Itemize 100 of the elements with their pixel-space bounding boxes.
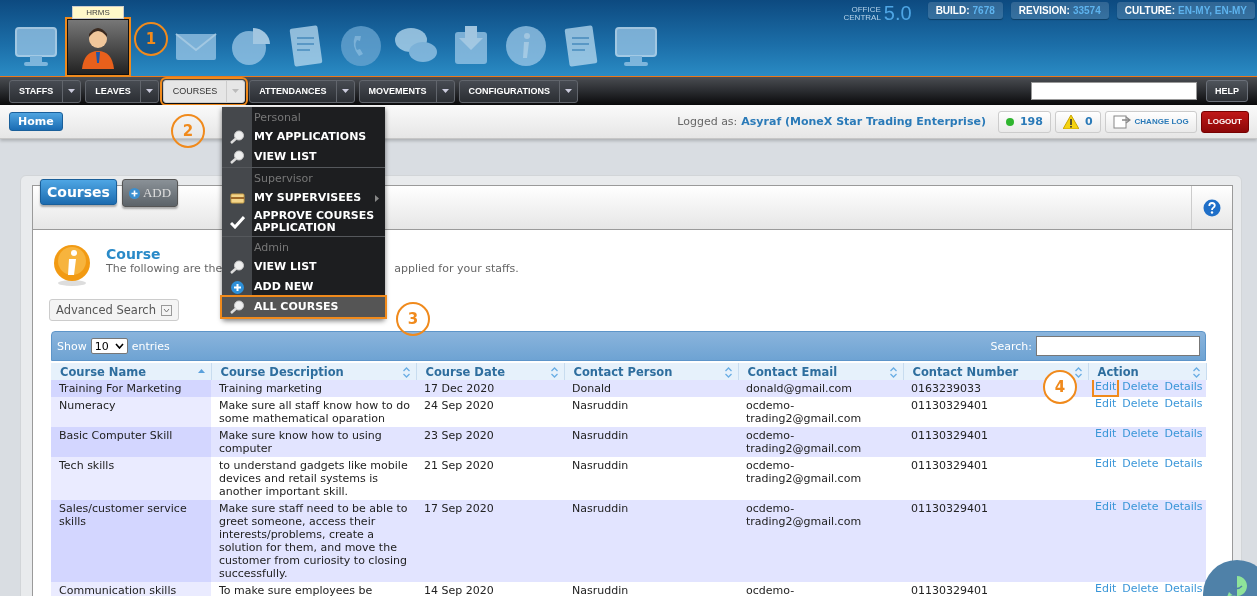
table-cell: 01130329401 [903,397,1088,427]
help-button[interactable]: HELP [1206,80,1248,102]
counter-button[interactable]: 198 [997,110,1051,133]
submenu-arrow-icon [375,194,379,202]
table-cell: Nasruddin [564,500,738,582]
menu-item[interactable]: MY APPLICATIONS [222,127,385,147]
action-link[interactable]: Delete [1119,454,1162,474]
table-cell: Nasruddin [564,427,738,457]
nav-menu-item[interactable]: COURSES [162,79,246,103]
table-cell: ocdemo-trading2@gmail.com [738,427,903,457]
table-cell: Tech skills [51,457,211,500]
action-link[interactable]: Delete [1119,579,1162,596]
magnifier-icon [229,130,245,144]
table-cell: To make sure employees be [211,582,416,596]
table-cell: 01130329401 [903,457,1088,500]
table-cell: Make sure know how to using computer [211,427,416,457]
logout-button[interactable]: LOGOUT [1200,110,1249,133]
nav-menu-item[interactable]: ATTENDANCES [249,79,355,103]
column-header[interactable]: Contact Person [564,363,738,380]
action-link[interactable]: Details [1161,424,1206,444]
table-cell: 17 Sep 2020 [416,500,564,582]
tab[interactable]: Courses [40,179,117,205]
checkmark-icon [229,215,245,229]
menu-item[interactable]: APPROVE COURSES APPLICATION [222,208,385,236]
table-cell: Sales/customer service skills [51,500,211,582]
menu-item[interactable]: VIEW LIST [222,257,385,277]
column-header[interactable]: Contact Email [738,363,903,380]
caret-icon[interactable] [341,89,349,93]
add-button[interactable]: ADD [121,179,179,207]
action-link[interactable]: Details [1161,377,1206,397]
table-cell: 14 Sep 2020 [416,582,564,596]
action-link[interactable]: Edit [1092,424,1120,444]
dropdown-icon [160,304,172,316]
change-log-button[interactable]: CHANGE LOG [1104,110,1197,133]
action-link[interactable]: Details [1161,454,1206,474]
action-link[interactable]: Edit [1092,454,1120,474]
table-cell: ocdemo-trading2@gmail.com [738,397,903,427]
page-size-select[interactable]: 10 [90,338,128,354]
search-field[interactable] [1036,336,1200,356]
home-button[interactable]: Home [9,112,63,131]
table-cell: to understand gadgets like mobile devices and retail systems is another important skill. [211,457,416,500]
magnifier-icon [229,300,245,314]
action-link[interactable]: Delete [1119,424,1162,444]
menu-item[interactable]: ALL COURSES [222,297,385,317]
action-link[interactable]: Delete [1119,377,1162,397]
nav-menu-item[interactable]: STAFFS [9,79,82,103]
column-header[interactable]: Course Description [211,363,416,380]
chevron-down-icon [114,343,124,349]
table-cell: 01130329401 [903,582,1088,596]
column-header[interactable]: Action [1088,363,1206,380]
table-cell: 17 Dec 2020 [416,380,564,397]
entries-label: entries [131,339,170,353]
action-link[interactable]: Edit [1092,579,1120,596]
nav-menu-item[interactable]: LEAVES [85,79,159,103]
table-cell: 01130329401 [903,500,1088,582]
column-header[interactable]: Course Date [416,363,564,380]
action-link[interactable]: Delete [1119,394,1162,414]
caret-icon[interactable] [68,89,76,93]
action-link[interactable]: Delete [1119,497,1162,517]
column-header[interactable]: Course Name [51,363,211,380]
table-cell: Make sure all staff know how to do some mathematical oparation [211,397,416,427]
user-name-link[interactable]: Asyraf (MoneX Star Trading Enterprise) [741,115,986,128]
table-cell: Training marketing [211,380,416,397]
table-cell: 01130329401 [903,427,1088,457]
column-header[interactable]: Contact Number [903,363,1088,380]
action-link[interactable]: Details [1161,394,1206,414]
speech-bubble-icon [1225,574,1249,596]
nav-menu-item[interactable]: CONFIGURATIONS [458,79,578,103]
action-link[interactable]: Edit [1092,497,1120,517]
search-label: Search: [990,339,1032,353]
counter-button[interactable]: 0 [1054,110,1101,133]
section-title: Course [106,246,161,262]
tooltip: HRMS [72,6,124,19]
action-link[interactable]: Details [1161,579,1206,596]
action-link[interactable]: Details [1161,497,1206,517]
table-cell: ocdemo- [738,582,903,596]
menu-section-heading: Admin [253,239,291,256]
table-cell: Nasruddin [564,582,738,596]
nav-menu-item[interactable]: MOVEMENTS [358,79,455,103]
magnifier-icon [229,150,245,164]
menu-item[interactable]: VIEW LIST [222,147,385,167]
help-icon[interactable] [1203,198,1221,217]
table-cell: ocdemo-trading2@gmail.com [738,457,903,500]
badge-value: 7678 [972,5,995,16]
caret-icon[interactable] [145,89,153,93]
table-cell: Make sure staff need to be able to greet someone, access their interests/problems, create a solution for them, and move the customer from curiosity to closing successfully. [211,500,416,582]
callout-number: 3 [396,302,430,336]
menu-item[interactable]: ADD NEW [222,277,385,297]
menu-section-heading: Personal [253,109,302,126]
caret-icon[interactable] [441,89,449,93]
action-link[interactable]: Edit [1092,394,1120,414]
badge-label: CULTURE: [1124,5,1176,16]
caret-icon[interactable] [564,89,572,93]
advanced-search-button[interactable]: Advanced Search [49,299,179,321]
callout-number: 2 [171,114,205,148]
menu-item[interactable]: MY SUPERVISEES [222,188,385,208]
description-text: The following are the [106,262,223,275]
search-field[interactable] [1031,82,1197,100]
show-label: Show [57,339,87,353]
status-dot-icon [1005,117,1014,126]
